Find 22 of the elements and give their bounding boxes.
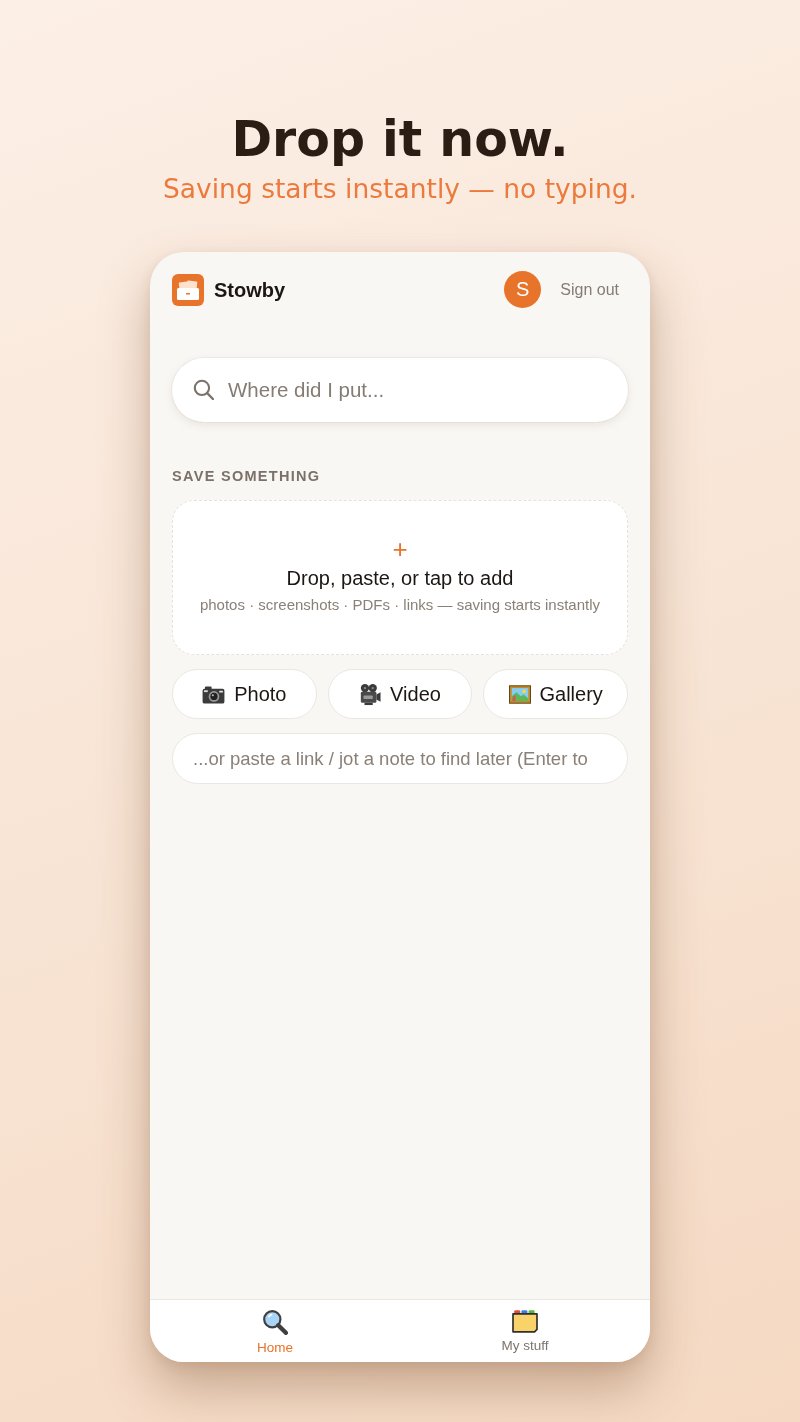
drop-zone-hint: photos · screenshots · PDFs · links — saving starts instantly <box>198 595 602 615</box>
box-logo-icon <box>172 273 204 306</box>
plus-symbol: + <box>391 538 409 560</box>
drop-zone[interactable]: + Drop, paste, or tap to add photos · screenshots · PDFs · links — saving starts instantly <box>172 500 628 655</box>
page-subtitle: Saving starts instantly — no typing. <box>163 172 637 206</box>
note-input-field[interactable]: ...or paste a link / jot a note to find later (Enter to <box>172 733 628 784</box>
photo-button[interactable]: Photo <box>172 669 317 719</box>
app-name: Stowby <box>214 277 286 303</box>
magnifier-icon <box>262 1309 288 1335</box>
camera-icon <box>202 684 226 704</box>
search-field[interactable]: Where did I put... <box>172 358 628 422</box>
sign-out-link[interactable]: Sign out <box>560 277 619 302</box>
folder-icon <box>511 1309 539 1333</box>
page-headline: Drop it now. <box>231 112 569 168</box>
search-icon <box>193 379 214 400</box>
framed-picture-icon <box>508 684 531 704</box>
gallery-button[interactable]: Gallery <box>483 669 628 719</box>
drop-zone-title: Drop, paste, or tap to add <box>285 566 515 591</box>
video-button[interactable]: Video <box>327 669 473 719</box>
video-camera-icon <box>359 682 382 706</box>
nav-tab[interactable]: My stuff <box>400 1300 650 1362</box>
section-heading: SAVE SOMETHING <box>172 468 322 485</box>
